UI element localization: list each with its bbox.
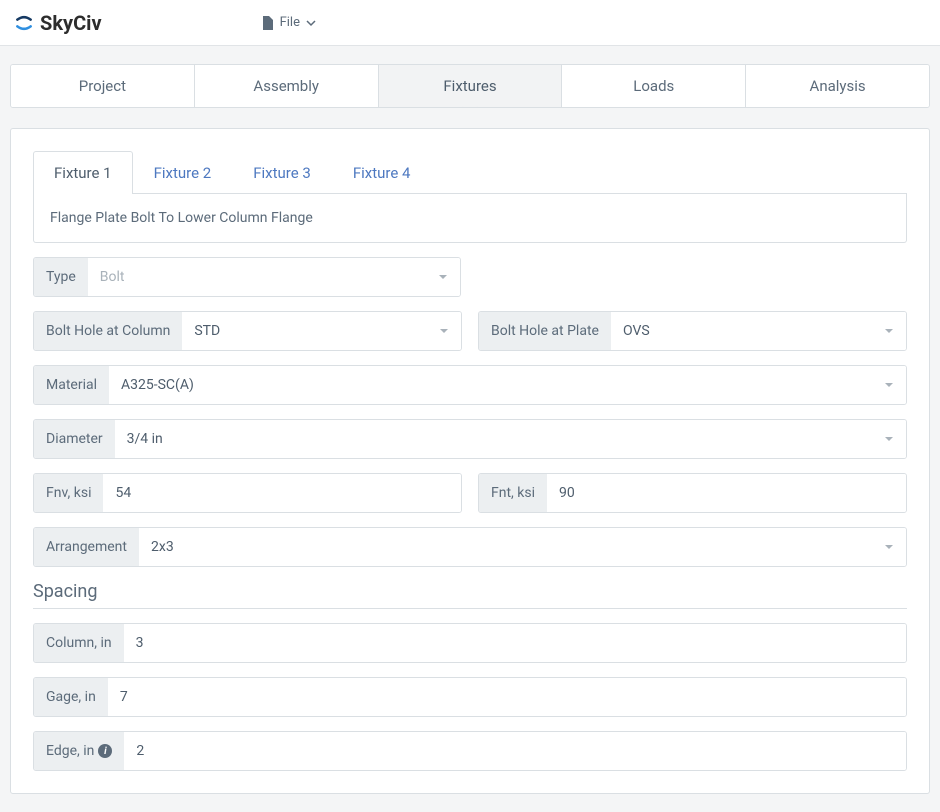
bolt-hole-plate-field: Bolt Hole at Plate OVS bbox=[478, 311, 907, 351]
type-value: Bolt bbox=[100, 269, 438, 285]
tab-fixture-1[interactable]: Fixture 1 bbox=[33, 151, 133, 194]
diameter-label: Diameter bbox=[34, 420, 115, 458]
main-tabs: Project Assembly Fixtures Loads Analysis bbox=[10, 64, 930, 108]
file-menu[interactable]: File bbox=[262, 15, 316, 30]
bolt-hole-column-label: Bolt Hole at Column bbox=[34, 312, 182, 350]
caret-down-icon bbox=[884, 380, 894, 390]
tab-fixtures[interactable]: Fixtures bbox=[379, 65, 563, 107]
logo-icon bbox=[14, 13, 34, 33]
diameter-value: 3/4 in bbox=[127, 431, 884, 447]
row-material: Material A325-SC(A) bbox=[33, 365, 907, 405]
chevron-down-icon bbox=[306, 18, 316, 28]
file-icon bbox=[262, 16, 274, 30]
type-field: Type Bolt bbox=[33, 257, 461, 297]
row-type: Type Bolt bbox=[33, 257, 907, 297]
bolt-hole-plate-select[interactable]: OVS bbox=[611, 312, 906, 350]
caret-down-icon bbox=[884, 326, 894, 336]
brand-name: SkyCiv bbox=[40, 11, 102, 35]
arrangement-select[interactable]: 2x3 bbox=[139, 528, 906, 566]
caret-down-icon bbox=[438, 272, 448, 282]
row-fn: Fnv, ksi 54 Fnt, ksi 90 bbox=[33, 473, 907, 513]
tab-fixture-3[interactable]: Fixture 3 bbox=[232, 151, 332, 194]
spacing-edge-field: Edge, in i 2 bbox=[33, 731, 907, 771]
bolt-hole-column-value: STD bbox=[194, 323, 439, 339]
fnv-label: Fnv, ksi bbox=[34, 474, 103, 512]
caret-down-icon bbox=[439, 326, 449, 336]
spacing-edge-value: 2 bbox=[136, 743, 894, 759]
arrangement-label: Arrangement bbox=[34, 528, 139, 566]
spacing-gage-value: 7 bbox=[120, 689, 894, 705]
arrangement-field: Arrangement 2x3 bbox=[33, 527, 907, 567]
tab-analysis[interactable]: Analysis bbox=[746, 65, 929, 107]
fnv-input[interactable]: 54 bbox=[103, 474, 461, 512]
spacing-edge-label-text: Edge, in bbox=[46, 743, 94, 759]
tab-fixture-4[interactable]: Fixture 4 bbox=[332, 151, 432, 194]
bolt-hole-plate-value: OVS bbox=[623, 323, 884, 339]
diameter-field: Diameter 3/4 in bbox=[33, 419, 907, 459]
spacing-edge-label: Edge, in i bbox=[34, 732, 124, 770]
caret-down-icon bbox=[884, 434, 894, 444]
row-spacing-gage: Gage, in 7 bbox=[33, 677, 907, 717]
row-spacing-edge: Edge, in i 2 bbox=[33, 731, 907, 771]
fixture-tabs: Fixture 1 Fixture 2 Fixture 3 Fixture 4 bbox=[33, 151, 907, 194]
fnt-value: 90 bbox=[559, 485, 894, 501]
tab-loads[interactable]: Loads bbox=[562, 65, 746, 107]
spacing-gage-field: Gage, in 7 bbox=[33, 677, 907, 717]
brand-logo: SkyCiv bbox=[14, 11, 102, 35]
spacing-column-input[interactable]: 3 bbox=[124, 624, 906, 662]
type-select[interactable]: Bolt bbox=[88, 258, 460, 296]
caret-down-icon bbox=[884, 542, 894, 552]
fnt-label: Fnt, ksi bbox=[479, 474, 547, 512]
spacing-column-value: 3 bbox=[136, 635, 894, 651]
page-content: Project Assembly Fixtures Loads Analysis… bbox=[0, 46, 940, 812]
fnt-input[interactable]: 90 bbox=[547, 474, 906, 512]
diameter-select[interactable]: 3/4 in bbox=[115, 420, 906, 458]
material-label: Material bbox=[34, 366, 109, 404]
spacing-section-title: Spacing bbox=[33, 581, 907, 609]
spacing-gage-input[interactable]: 7 bbox=[108, 678, 906, 716]
spacing-column-field: Column, in 3 bbox=[33, 623, 907, 663]
arrangement-value: 2x3 bbox=[151, 539, 884, 555]
fnv-field: Fnv, ksi 54 bbox=[33, 473, 462, 513]
fnv-value: 54 bbox=[115, 485, 449, 501]
row-bolt-holes: Bolt Hole at Column STD Bolt Hole at Pla… bbox=[33, 311, 907, 351]
fixture-description: Flange Plate Bolt To Lower Column Flange bbox=[33, 194, 907, 243]
spacing-gage-label: Gage, in bbox=[34, 678, 108, 716]
spacing-column-label: Column, in bbox=[34, 624, 124, 662]
row-diameter: Diameter 3/4 in bbox=[33, 419, 907, 459]
bolt-hole-column-select[interactable]: STD bbox=[182, 312, 461, 350]
topbar: SkyCiv File bbox=[0, 0, 940, 46]
row-spacing-column: Column, in 3 bbox=[33, 623, 907, 663]
bolt-hole-plate-label: Bolt Hole at Plate bbox=[479, 312, 611, 350]
tab-assembly[interactable]: Assembly bbox=[195, 65, 379, 107]
material-field: Material A325-SC(A) bbox=[33, 365, 907, 405]
fixtures-panel: Fixture 1 Fixture 2 Fixture 3 Fixture 4 … bbox=[10, 128, 930, 794]
type-label: Type bbox=[34, 258, 88, 296]
tab-fixture-2[interactable]: Fixture 2 bbox=[133, 151, 233, 194]
spacing-edge-input[interactable]: 2 bbox=[124, 732, 906, 770]
file-menu-label: File bbox=[280, 15, 300, 30]
row-arrangement: Arrangement 2x3 bbox=[33, 527, 907, 567]
material-select[interactable]: A325-SC(A) bbox=[109, 366, 906, 404]
bolt-hole-column-field: Bolt Hole at Column STD bbox=[33, 311, 462, 351]
tab-project[interactable]: Project bbox=[11, 65, 195, 107]
material-value: A325-SC(A) bbox=[121, 377, 884, 393]
fnt-field: Fnt, ksi 90 bbox=[478, 473, 907, 513]
info-icon[interactable]: i bbox=[98, 744, 112, 758]
